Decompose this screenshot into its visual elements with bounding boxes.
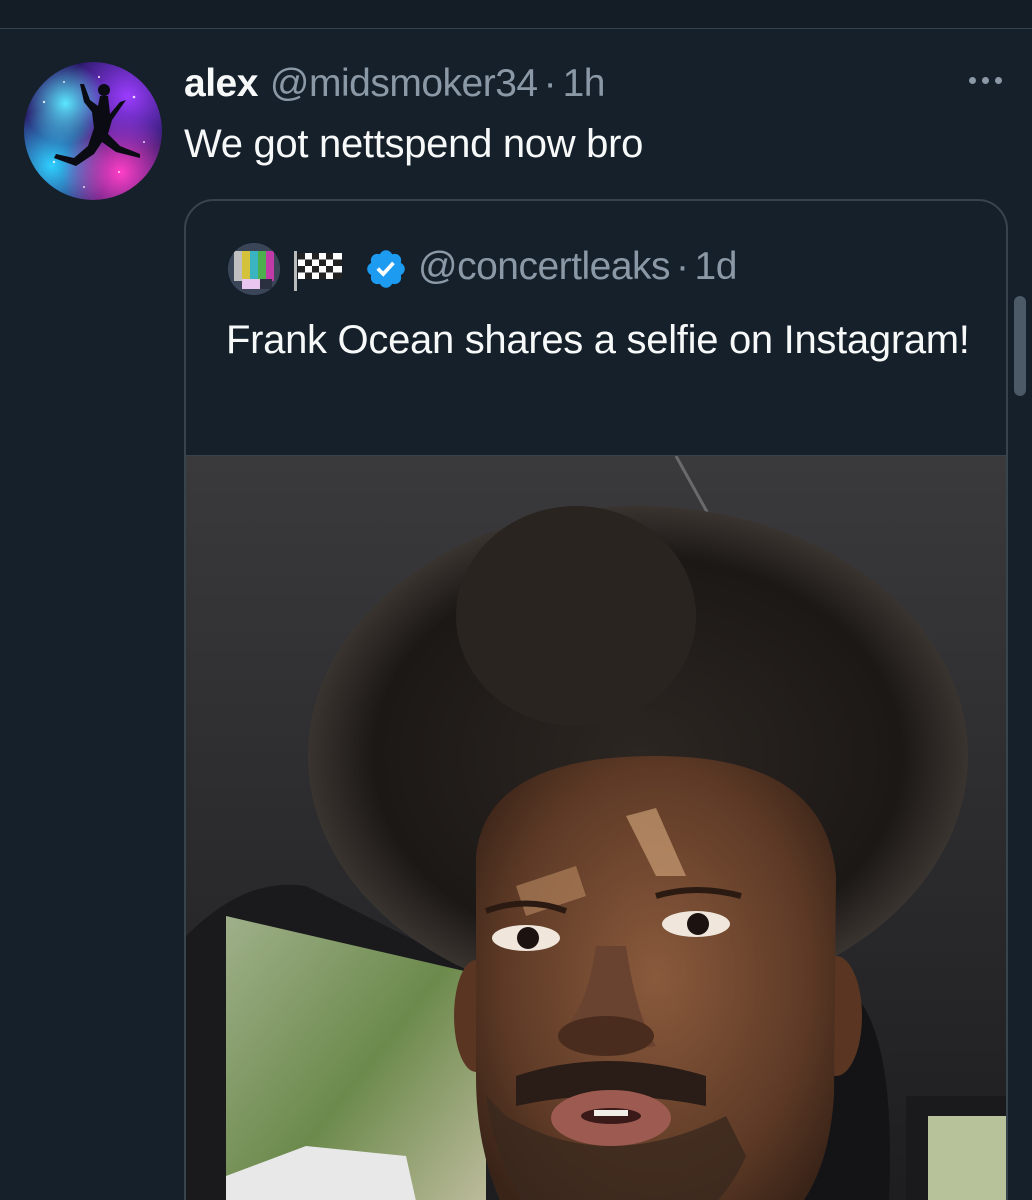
quoted-tweet-header: @concertleaks · 1d <box>418 241 737 293</box>
timeline-page: alex @midsmoker34 · 1h We got nettspend … <box>0 0 1032 1200</box>
quoted-header-separator: · <box>676 245 689 288</box>
tweet-header: alex @midsmoker34 · 1h <box>184 60 605 108</box>
tweet-text: We got nettspend now bro <box>184 122 644 166</box>
previous-item-divider <box>0 0 1032 29</box>
glitch-avatar-icon <box>228 243 280 295</box>
avatar[interactable] <box>24 62 162 200</box>
quoted-timestamp[interactable]: 1d <box>695 241 738 293</box>
user-handle[interactable]: @midsmoker34 <box>270 60 538 108</box>
quoted-media[interactable] <box>186 455 1006 1200</box>
more-dots-icon <box>968 76 976 84</box>
quoted-tweet-text: Frank Ocean shares a selfie on Instagram… <box>226 318 970 362</box>
checkered-flag-icon <box>294 251 342 291</box>
quoted-tweet-card[interactable]: @concertleaks · 1d Frank Ocean shares a … <box>184 199 1008 1200</box>
verified-badge-icon <box>367 250 405 288</box>
quoted-user-handle[interactable]: @concertleaks <box>418 241 671 293</box>
jumpman-galaxy-avatar-icon <box>42 75 145 188</box>
selfie-photo <box>186 456 1006 1200</box>
more-options-button[interactable] <box>962 62 1008 98</box>
display-name[interactable]: alex <box>184 60 258 108</box>
header-separator: · <box>543 62 557 105</box>
timestamp[interactable]: 1h <box>563 60 606 108</box>
scrollbar[interactable] <box>1014 296 1026 396</box>
quoted-avatar[interactable] <box>228 243 280 295</box>
